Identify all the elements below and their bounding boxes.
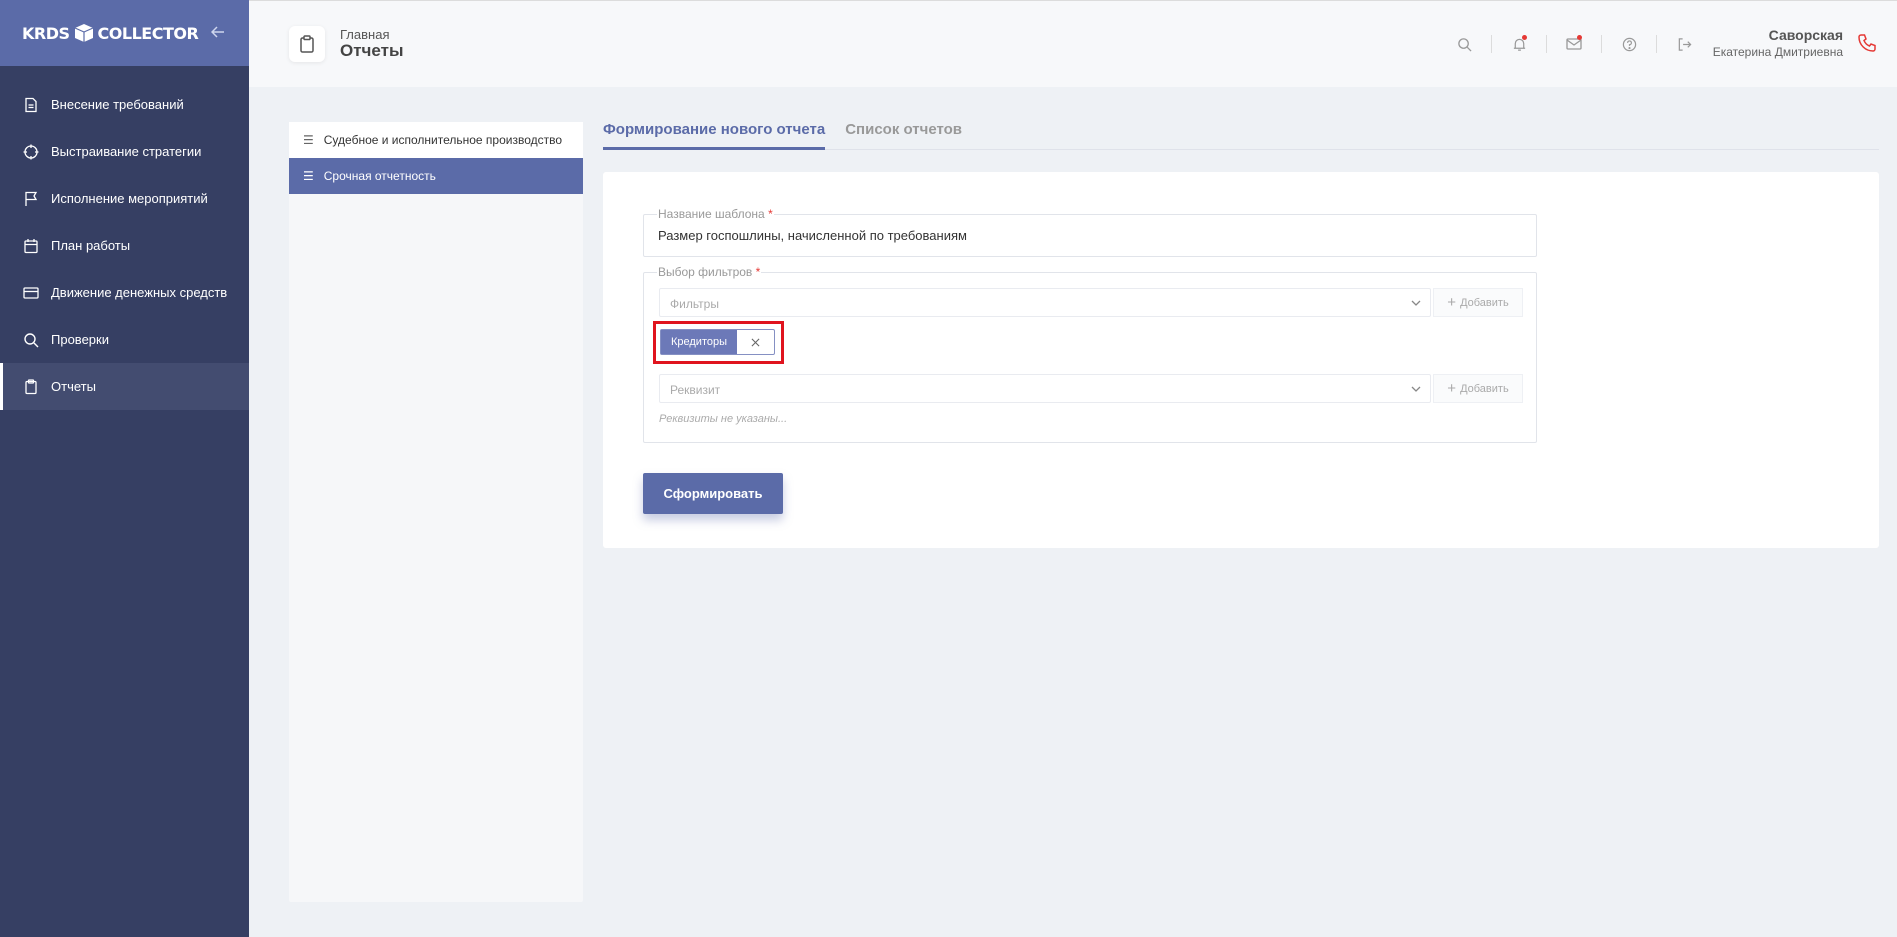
- filters-group: Выбор фильтров * Фильтры + Добавить Кред…: [643, 265, 1537, 443]
- remove-filter-close-icon[interactable]: [737, 330, 774, 354]
- requisite-select[interactable]: Реквизит: [659, 374, 1431, 403]
- notification-dot: [1522, 35, 1527, 40]
- template-name-value: Размер госпошлины, начисленной по требов…: [658, 228, 967, 243]
- sidebar-item-label: Выстраивание стратегии: [51, 144, 202, 159]
- divider: [1491, 35, 1492, 53]
- filters-label: Выбор фильтров *: [657, 265, 762, 279]
- divider: [1601, 35, 1602, 53]
- sidebar-item-label: Проверки: [51, 332, 109, 347]
- logo-text-right: COLLECTOR: [97, 23, 199, 43]
- sidebar-item-label: Движение денежных средств: [51, 285, 228, 300]
- user-full-name: Екатерина Дмитриевна: [1712, 45, 1843, 59]
- generate-report-button[interactable]: Сформировать: [643, 473, 783, 514]
- sidebar-nav: Внесение требований Выстраивание стратег…: [0, 81, 249, 410]
- logo-cube-icon: [74, 24, 93, 42]
- filters-select[interactable]: Фильтры: [659, 288, 1431, 317]
- breadcrumb[interactable]: Главная: [340, 27, 389, 42]
- page-clipboard-icon: [289, 26, 325, 62]
- mail-icon[interactable]: [1561, 31, 1587, 57]
- divider: [1656, 35, 1657, 53]
- page-title: Отчеты: [340, 41, 404, 60]
- report-category-panel: ☰ Судебное и исполнительное производство…: [289, 122, 583, 902]
- chevron-down-icon: [1411, 300, 1421, 306]
- calendar-icon: [22, 237, 40, 255]
- flag-icon: [22, 190, 40, 208]
- requisite-placeholder: Реквизит: [670, 383, 721, 397]
- list-icon: ☰: [303, 169, 314, 183]
- credit-card-icon: [22, 284, 40, 302]
- divider: [1546, 35, 1547, 53]
- sidebar-item-label: Отчеты: [51, 379, 96, 394]
- add-requisite-button[interactable]: + Добавить: [1433, 374, 1523, 403]
- subnav-item-label: Судебное и исполнительное производство: [323, 133, 563, 147]
- add-filter-label: Добавить: [1460, 296, 1509, 309]
- tab-report-list[interactable]: Список отчетов: [845, 118, 962, 150]
- logo-text-left: KRDS: [22, 23, 70, 43]
- app-logo[interactable]: KRDS COLLECTOR: [22, 23, 199, 43]
- plus-icon: +: [1447, 294, 1457, 311]
- user-info[interactable]: Саворская Екатерина Дмитриевна: [1713, 27, 1843, 59]
- add-requisite-label: Добавить: [1460, 382, 1509, 395]
- phone-icon[interactable]: [1857, 33, 1879, 55]
- report-tabs: Формирование нового отчета Список отчето…: [603, 118, 1879, 150]
- collapse-sidebar-icon[interactable]: [207, 22, 229, 44]
- template-name-field[interactable]: Название шаблона * Размер госпошлины, на…: [643, 207, 1537, 257]
- sidebar-item-label: Исполнение мероприятий: [51, 191, 208, 206]
- plus-icon: +: [1447, 380, 1457, 397]
- subnav-item-label: Срочная отчетность: [323, 169, 436, 183]
- top-header: Главная Отчеты Саворская Екатерина Дмитр…: [249, 0, 1897, 87]
- report-form-card: Название шаблона * Размер госпошлины, на…: [603, 172, 1879, 548]
- list-icon: ☰: [303, 133, 314, 147]
- sidebar-item-activities[interactable]: Исполнение мероприятий: [0, 175, 249, 222]
- sidebar-item-label: Внесение требований: [51, 97, 184, 112]
- notification-dot: [1577, 35, 1582, 40]
- search-icon: [22, 331, 40, 349]
- filters-placeholder: Фильтры: [670, 297, 719, 311]
- sidebar-item-work-plan[interactable]: План работы: [0, 222, 249, 269]
- document-icon: [22, 96, 40, 114]
- logout-icon[interactable]: [1671, 31, 1697, 57]
- highlight-box: Кредиторы: [653, 321, 784, 364]
- sidebar-item-strategy[interactable]: Выстраивание стратегии: [0, 128, 249, 175]
- sidebar-header: KRDS COLLECTOR: [0, 0, 249, 66]
- filter-chip-label: Кредиторы: [661, 330, 737, 354]
- sidebar-item-cash-flow[interactable]: Движение денежных средств: [0, 269, 249, 316]
- sidebar-item-requirements[interactable]: Внесение требований: [0, 81, 249, 128]
- add-filter-button[interactable]: + Добавить: [1433, 288, 1523, 317]
- help-icon[interactable]: [1616, 31, 1642, 57]
- sidebar: KRDS COLLECTOR Внесение требований Выстр…: [0, 0, 249, 937]
- filter-chip-creditors: Кредиторы: [660, 329, 775, 355]
- subnav-item-court-proceedings[interactable]: ☰ Судебное и исполнительное производство: [289, 122, 583, 158]
- clipboard-icon: [22, 378, 40, 396]
- chevron-down-icon: [1411, 386, 1421, 392]
- user-name: Саворская: [1768, 27, 1843, 43]
- header-actions: [1451, 31, 1697, 57]
- template-name-label: Название шаблона *: [657, 207, 774, 221]
- tab-new-report[interactable]: Формирование нового отчета: [603, 118, 826, 150]
- bell-icon[interactable]: [1506, 31, 1532, 57]
- sidebar-item-checks[interactable]: Проверки: [0, 316, 249, 363]
- subnav-item-urgent-reporting[interactable]: ☰ Срочная отчетность: [289, 158, 583, 194]
- search-icon[interactable]: [1451, 31, 1477, 57]
- requisites-empty-note: Реквизиты не указаны...: [659, 413, 788, 425]
- crosshair-icon: [22, 143, 40, 161]
- sidebar-item-label: План работы: [51, 238, 131, 253]
- sidebar-item-reports[interactable]: Отчеты: [0, 363, 249, 410]
